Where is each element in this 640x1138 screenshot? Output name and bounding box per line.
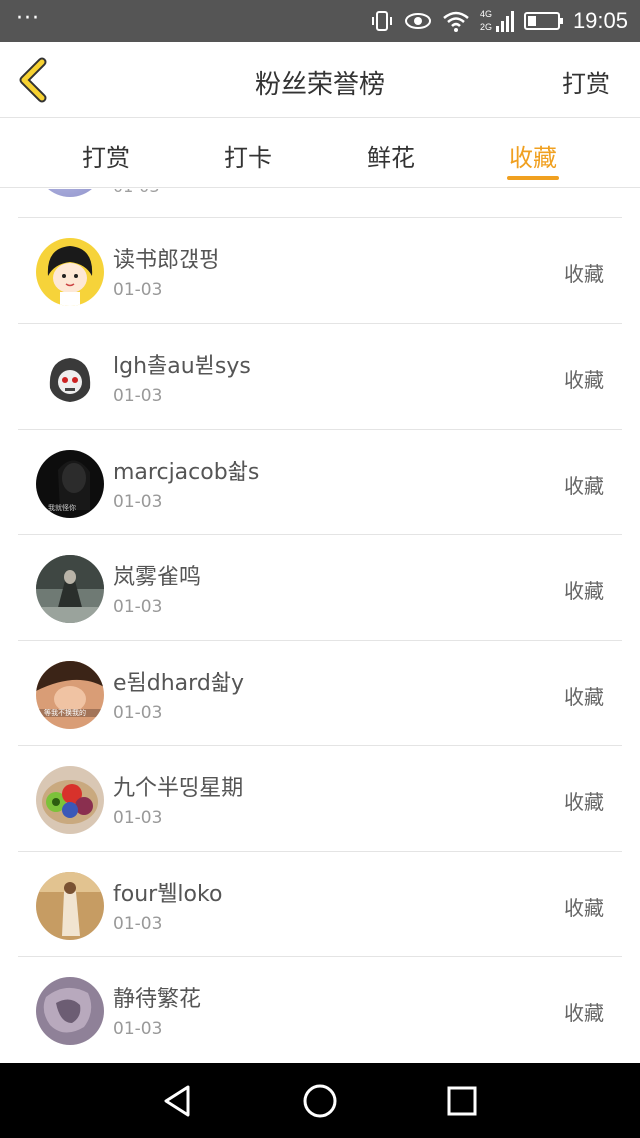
recent-apps-square-icon[interactable] bbox=[442, 1081, 482, 1121]
list-item[interactable]: lgh촐au뷛sys 01-03 收藏 bbox=[0, 324, 640, 429]
top-navigation-bar: 粉丝荣誉榜 打赏 bbox=[0, 42, 640, 118]
signal-icon: 4G 2G bbox=[480, 9, 514, 32]
list-item[interactable]: 读书郎갡펑 01-03 收藏 bbox=[0, 218, 640, 323]
list-item[interactable]: 岚雾雀鸣 01-03 收藏 bbox=[0, 535, 640, 640]
svg-text:我就怪你: 我就怪你 bbox=[48, 503, 76, 512]
action-label: 收藏 bbox=[564, 368, 604, 392]
item-date: 01-03 bbox=[113, 808, 163, 828]
tab-bar: 打赏 打卡 鲜花 收藏 bbox=[0, 118, 640, 188]
avatar bbox=[36, 766, 104, 834]
home-circle-icon[interactable] bbox=[300, 1081, 340, 1121]
action-label: 收藏 bbox=[564, 474, 604, 498]
status-icons: 4G 2G bbox=[370, 8, 564, 34]
tab-label: 收藏 bbox=[509, 144, 557, 172]
avatar bbox=[36, 238, 104, 306]
item-date: 01-03 bbox=[113, 914, 163, 934]
item-date: 01-03 bbox=[113, 1019, 163, 1039]
notification-dots-icon: ··· bbox=[16, 6, 40, 31]
avatar: 我就怪你 bbox=[36, 450, 104, 518]
back-triangle-icon[interactable] bbox=[158, 1081, 198, 1121]
action-label: 收藏 bbox=[564, 262, 604, 286]
page-title: 粉丝荣誉榜 bbox=[254, 70, 385, 100]
action-label: 收藏 bbox=[564, 896, 604, 920]
list-item-partial: 01-03 bbox=[0, 189, 640, 217]
avatar bbox=[36, 555, 104, 623]
action-label: 收藏 bbox=[564, 1001, 604, 1025]
user-name: 读书郎갡펑 bbox=[113, 248, 220, 273]
item-date: 01-03 bbox=[113, 703, 163, 723]
user-name: lgh촐au뷛sys bbox=[113, 354, 251, 379]
reward-button[interactable]: 打赏 bbox=[562, 64, 610, 99]
action-label: 收藏 bbox=[564, 790, 604, 814]
fan-list[interactable]: 01-03 读书郎갡펑 01-03 收藏 bbox=[0, 189, 640, 1063]
list-item[interactable]: 等我不换我的 e됨dhard솳y 01-03 收藏 bbox=[0, 641, 640, 746]
user-name: 静待繁花 bbox=[113, 987, 202, 1012]
vibrate-icon bbox=[372, 11, 392, 31]
tab-label: 打赏 bbox=[82, 144, 130, 172]
svg-text:2G: 2G bbox=[480, 22, 492, 32]
system-navigation-bar bbox=[0, 1063, 640, 1138]
wifi-icon bbox=[443, 11, 469, 32]
svg-text:等我不换我的: 等我不换我的 bbox=[44, 708, 86, 717]
user-name: 九个半띵星期 bbox=[113, 776, 244, 801]
status-bar: ··· 4G 2G 19:05 bbox=[0, 0, 640, 42]
avatar bbox=[36, 344, 104, 412]
list-item[interactable]: 九个半띵星期 01-03 收藏 bbox=[0, 746, 640, 851]
active-tab-indicator bbox=[507, 176, 559, 180]
avatar: 等我不换我的 bbox=[36, 661, 104, 729]
action-label: 收藏 bbox=[564, 685, 604, 709]
tab-flowers[interactable]: 鲜花 bbox=[351, 138, 431, 173]
tab-label: 打卡 bbox=[224, 144, 272, 172]
battery-icon bbox=[524, 12, 563, 30]
tab-label: 鲜花 bbox=[367, 144, 415, 172]
item-date: 01-03 bbox=[113, 386, 163, 406]
clock: 19:05 bbox=[572, 8, 628, 33]
user-name: e됨dhard솳y bbox=[113, 671, 245, 696]
user-name: 岚雾雀鸣 bbox=[113, 565, 202, 590]
tab-reward[interactable]: 打赏 bbox=[66, 138, 146, 173]
user-name: marcjacob솳s bbox=[113, 460, 260, 485]
list-item[interactable]: 静待繁花 01-03 收藏 bbox=[0, 957, 640, 1062]
list-item[interactable]: 我就怪你 marcjacob솳s 01-03 收藏 bbox=[0, 430, 640, 535]
tab-favorites[interactable]: 收藏 bbox=[493, 138, 573, 180]
avatar bbox=[36, 977, 104, 1045]
eye-icon bbox=[405, 13, 431, 29]
user-name: four뷀loko bbox=[113, 882, 223, 907]
avatar bbox=[36, 189, 104, 197]
action-label: 收藏 bbox=[564, 579, 604, 603]
list-item[interactable]: four뷀loko 01-03 收藏 bbox=[0, 852, 640, 957]
item-date: 01-03 bbox=[113, 492, 163, 512]
item-date: 01-03 bbox=[113, 597, 163, 617]
svg-text:4G: 4G bbox=[480, 9, 492, 19]
item-date: 01-03 bbox=[113, 189, 160, 196]
item-date: 01-03 bbox=[113, 280, 163, 300]
avatar bbox=[36, 872, 104, 940]
tab-checkin[interactable]: 打卡 bbox=[208, 138, 288, 173]
